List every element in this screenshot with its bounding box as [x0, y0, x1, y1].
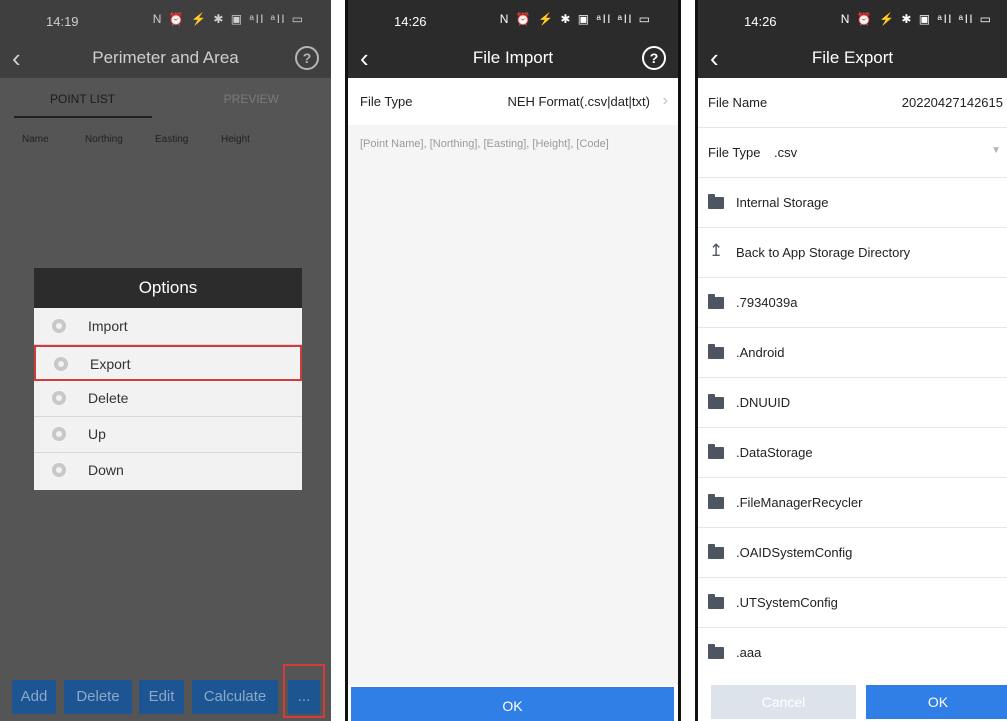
option-export[interactable]: Export — [34, 345, 302, 381]
file-type-label: File Type — [708, 145, 761, 160]
folder-icon — [708, 394, 724, 409]
folder-name: .DataStorage — [736, 445, 813, 460]
radio-icon — [52, 319, 66, 333]
status-bar: 14:19 N ⏰ ⚡ ✱ ▣ ᵃll ᵃll ▭ — [0, 0, 331, 42]
file-type-value: NEH Format(.csv|dat|txt) — [507, 94, 650, 109]
file-name-value[interactable]: 20220427142615 — [902, 95, 1003, 110]
tab-indicator — [14, 116, 152, 118]
format-hint: [Point Name], [Northing], [Easting], [He… — [360, 138, 609, 150]
file-type-row[interactable]: File Type .csv ▼ — [698, 128, 1007, 178]
option-label: Down — [88, 462, 124, 478]
page-title: File Import — [472, 48, 554, 67]
perimeter-area-screen: 14:19 N ⏰ ⚡ ✱ ▣ ᵃll ᵃll ▭ ‹ Perimeter an… — [0, 0, 331, 721]
folder-row[interactable]: .aaa — [698, 628, 1007, 678]
folder-icon — [708, 294, 724, 309]
folder-row[interactable]: .OAIDSystemConfig — [698, 528, 1007, 578]
folder-name: .DNUUID — [736, 395, 791, 410]
tab-preview[interactable]: PREVIEW — [224, 92, 279, 106]
help-icon[interactable]: ? — [295, 46, 319, 70]
folder-icon — [708, 344, 724, 359]
option-label: Import — [88, 318, 128, 334]
option-delete[interactable]: Delete — [34, 381, 302, 417]
internal-storage-label: Internal Storage — [736, 195, 829, 210]
dialog-title: Options — [34, 268, 302, 308]
ok-button[interactable]: OK — [866, 685, 1007, 719]
column-header-name: Name — [22, 134, 49, 145]
folder-name: .Android — [736, 345, 785, 360]
folder-name: .FileManagerRecycler — [736, 495, 863, 510]
option-label: Export — [90, 356, 131, 372]
folder-icon — [708, 494, 724, 509]
upload-arrow-icon: ↥ — [709, 241, 724, 260]
folder-icon — [708, 544, 724, 559]
status-icons: N ⏰ ⚡ ✱ ▣ ᵃll ᵃll ▭ — [840, 12, 993, 26]
column-header-height: Height — [221, 134, 250, 145]
title-bar: ‹ File Export — [698, 42, 1007, 78]
folder-row[interactable]: .DNUUID — [698, 378, 1007, 428]
title-bar: ‹ File Import ? — [348, 42, 678, 78]
column-header-easting: Easting — [155, 134, 189, 145]
file-type-label: File Type — [360, 94, 413, 109]
folder-row[interactable]: .DataStorage — [698, 428, 1007, 478]
status-icons: N ⏰ ⚡ ✱ ▣ ᵃll ᵃll ▭ — [152, 12, 305, 26]
folder-icon — [708, 594, 724, 609]
delete-button[interactable]: Delete — [64, 680, 132, 714]
action-bar: Add Delete Edit Calculate ... — [0, 669, 331, 721]
folder-name: .UTSystemConfig — [736, 595, 838, 610]
edit-button[interactable]: Edit — [139, 680, 184, 714]
more-button-highlight — [283, 664, 325, 718]
calculate-button[interactable]: Calculate — [192, 680, 278, 714]
radio-icon — [54, 357, 68, 371]
folder-row[interactable]: .UTSystemConfig — [698, 578, 1007, 628]
option-down[interactable]: Down — [34, 453, 302, 489]
file-type-row[interactable]: File Type NEH Format(.csv|dat|txt) › — [348, 78, 678, 124]
radio-icon — [52, 391, 66, 405]
file-name-row[interactable]: File Name 20220427142615 — [698, 78, 1007, 128]
cancel-button[interactable]: Cancel — [711, 685, 856, 719]
page-title: File Export — [811, 48, 894, 67]
status-time: 14:19 — [46, 14, 79, 29]
page-title: Perimeter and Area — [92, 48, 239, 67]
options-dialog: Options Import Export Delete Up Down — [34, 268, 302, 490]
tab-point-list[interactable]: POINT LIST — [50, 92, 115, 106]
folder-icon — [708, 644, 724, 659]
status-bar: 14:26 N ⏰ ⚡ ✱ ▣ ᵃll ᵃll ▭ — [348, 0, 678, 42]
help-icon[interactable]: ? — [642, 46, 666, 70]
back-to-app-label: Back to App Storage Directory — [736, 245, 911, 260]
folder-row[interactable]: .FileManagerRecycler — [698, 478, 1007, 528]
status-time: 14:26 — [744, 14, 777, 29]
back-to-app-row[interactable]: ↥ Back to App Storage Directory — [698, 228, 1007, 278]
dropdown-arrow-icon: ▼ — [991, 145, 1001, 156]
folder-open-icon — [708, 194, 724, 209]
folder-row[interactable]: .7934039a — [698, 278, 1007, 328]
status-icons: N ⏰ ⚡ ✱ ▣ ᵃll ᵃll ▭ — [499, 12, 652, 26]
tab-bar: POINT LIST PREVIEW — [0, 78, 331, 118]
title-bar: ‹ Perimeter and Area ? — [0, 42, 331, 78]
column-header-northing: Northing — [85, 134, 123, 145]
folder-name: .aaa — [736, 645, 762, 660]
option-up[interactable]: Up — [34, 417, 302, 453]
file-type-value: .csv — [774, 145, 798, 160]
status-bar: 14:26 N ⏰ ⚡ ✱ ▣ ᵃll ᵃll ▭ — [698, 0, 1007, 42]
bottom-buttons: Cancel OK — [698, 677, 1007, 721]
status-time: 14:26 — [394, 14, 427, 29]
folder-row[interactable]: .Android — [698, 328, 1007, 378]
folder-name: .OAIDSystemConfig — [736, 545, 853, 560]
format-hint-area: [Point Name], [Northing], [Easting], [He… — [348, 125, 678, 685]
file-name-label: File Name — [708, 95, 768, 110]
option-import[interactable]: Import — [34, 309, 302, 345]
option-label: Up — [88, 426, 106, 442]
file-import-screen: 14:26 N ⏰ ⚡ ✱ ▣ ᵃll ᵃll ▭ ‹ File Import … — [345, 0, 681, 721]
folder-name: .7934039a — [736, 295, 798, 310]
folder-icon — [708, 444, 724, 459]
option-label: Delete — [88, 390, 129, 406]
ok-button[interactable]: OK — [351, 687, 674, 721]
radio-icon — [52, 463, 66, 477]
radio-icon — [52, 427, 66, 441]
internal-storage-row[interactable]: Internal Storage — [698, 178, 1007, 228]
add-button[interactable]: Add — [12, 680, 56, 714]
file-export-screen: 14:26 N ⏰ ⚡ ✱ ▣ ᵃll ᵃll ▭ ‹ File Export … — [695, 0, 1007, 721]
chevron-right-icon: › — [662, 92, 668, 109]
